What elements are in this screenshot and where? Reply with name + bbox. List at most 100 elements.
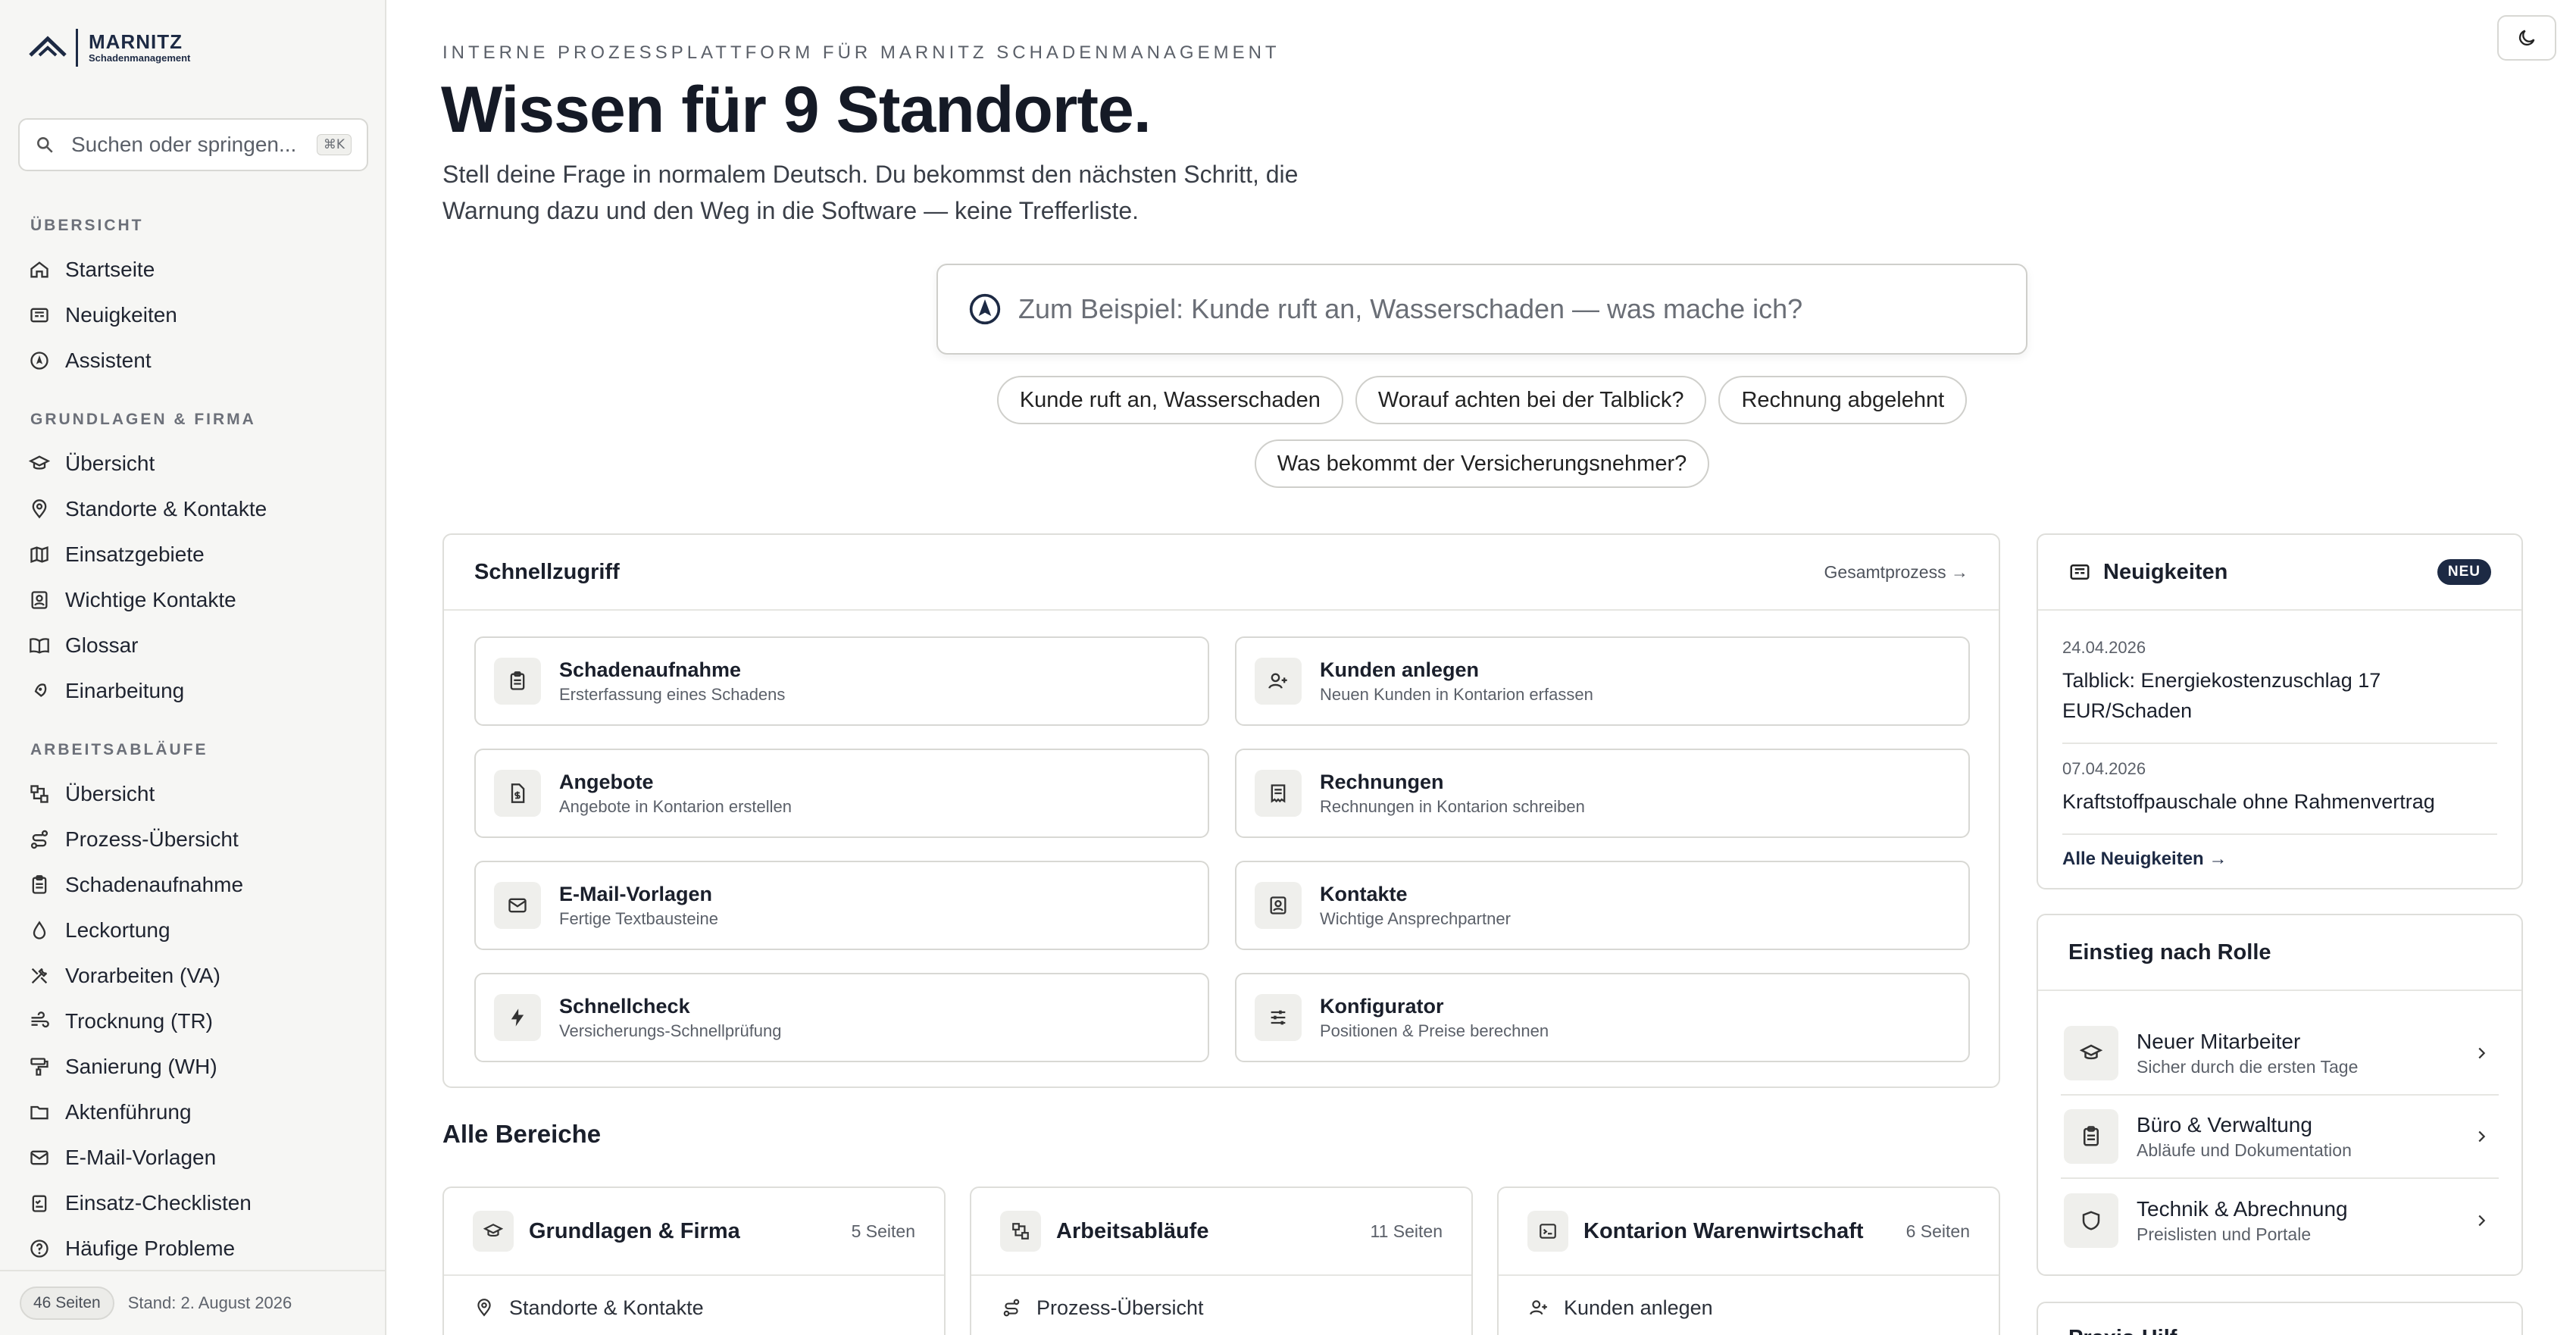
- sidebar-item[interactable]: Wichtige Kontakte: [0, 577, 386, 623]
- sidebar-item[interactable]: Glossar: [0, 623, 386, 668]
- sidebar-item[interactable]: Schadenaufnahme: [0, 862, 386, 908]
- role-entry[interactable]: Büro & Verwaltung Abläufe und Dokumentati…: [2061, 1096, 2499, 1179]
- mail-icon: [508, 898, 527, 913]
- quick-item-title: Schnellcheck: [559, 995, 690, 1018]
- sidebar-item-label: E-Mail-Vorlagen: [65, 1146, 217, 1169]
- area-link[interactable]: Kunden anlegen: [1499, 1285, 1999, 1330]
- quick-item-title: Rechnungen: [1320, 771, 1444, 793]
- brand-name: MARNITZ: [89, 30, 183, 53]
- role-entry[interactable]: Neuer Mitarbeiter Sicher durch die ersten…: [2061, 1012, 2499, 1096]
- sidebar-item-label: Übersicht: [65, 782, 155, 805]
- last-updated: Stand: 2. August 2026: [127, 1293, 292, 1312]
- hero-subtext: Stell deine Frage in normalem Deutsch. D…: [442, 161, 1299, 224]
- quick-access-card: Schnellzugriff Gesamtprozess → Schadenau…: [442, 533, 2000, 1088]
- quick-access-item[interactable]: Kontakte Wichtige Ansprechpartner: [1235, 861, 1970, 950]
- quick-access-item[interactable]: Kunden anlegen Neuen Kunden in Kontarion …: [1235, 636, 1970, 726]
- sidebar-item[interactable]: Prozess-Übersicht: [0, 817, 386, 862]
- suggestion-chip[interactable]: Was bekommt der Versicherungsnehmer?: [1254, 439, 1710, 488]
- theme-toggle-button[interactable]: [2497, 15, 2556, 61]
- quick-item-subtitle: Fertige Textbausteine: [559, 909, 718, 928]
- sidebar-item[interactable]: Assistent: [0, 338, 386, 383]
- area-link[interactable]: Prozess-Übersicht: [971, 1285, 1471, 1330]
- suggestion-chip[interactable]: Worauf achten bei der Talblick?: [1355, 376, 1707, 424]
- quick-access-item[interactable]: Konfigurator Positionen & Preise berechne…: [1235, 973, 1970, 1062]
- terminal-icon: [1540, 1224, 1556, 1239]
- sidebar-item[interactable]: Standorte & Kontakte: [0, 486, 386, 532]
- quick-item-subtitle: Angebote in Kontarion erstellen: [559, 797, 792, 816]
- news-item[interactable]: 07.04.2026 Kraftstoffpauschale ohne Rahm…: [2062, 744, 2497, 835]
- route-icon: [30, 830, 48, 849]
- suggestion-chip[interactable]: Rechnung abgelehnt: [1718, 376, 1968, 424]
- sidebar-item[interactable]: Einarbeitung: [0, 668, 386, 714]
- assistant-question-input[interactable]: Zum Beispiel: Kunde ruft an, Wasserschad…: [936, 264, 2027, 355]
- sidebar-item[interactable]: Übersicht: [0, 771, 386, 817]
- suggestion-chip[interactable]: Kunde ruft an, Wasserschaden: [996, 376, 1343, 424]
- sidebar-item[interactable]: Aktenführung: [0, 1090, 386, 1135]
- sidebar-nav: ÜBERSICHT Startseite Neuigkeiten Assistent G…: [0, 205, 386, 1271]
- marnitz-logo-icon: [29, 36, 67, 57]
- sidebar-item[interactable]: Neuigkeiten: [0, 292, 386, 338]
- sidebar-item-label: Einsatzgebiete: [65, 542, 205, 566]
- nav-section-heading: ARBEITSABLÄUFE: [30, 741, 208, 758]
- user-plus-icon: [1530, 1300, 1547, 1315]
- moon-icon: [2518, 30, 2535, 46]
- area-card[interactable]: Kontarion Warenwirtschaft 6 Seiten Kunden …: [1497, 1186, 2000, 1335]
- search-input[interactable]: Suchen oder springen... ⌘K: [18, 118, 368, 171]
- area-card[interactable]: Grundlagen & Firma 5 Seiten Standorte & Ko…: [442, 1186, 946, 1335]
- news-date: 24.04.2026: [2062, 638, 2146, 657]
- shield-icon: [2082, 1211, 2100, 1230]
- search-icon: [37, 137, 53, 153]
- page-title: Wissen für 9 Standorte.: [441, 73, 1152, 146]
- quick-access-item[interactable]: Schnellcheck Versicherungs-Schnellprüfung: [474, 973, 1209, 1062]
- quick-access-item[interactable]: Schadenaufnahme Ersterfassung eines Schad…: [474, 636, 1209, 726]
- all-news-link[interactable]: Alle Neuigkeiten →: [2062, 835, 2497, 870]
- role-title: Neuer Mitarbeiter: [2137, 1030, 2301, 1053]
- page-count-badge: 46 Seiten: [20, 1287, 114, 1320]
- sidebar-item[interactable]: Einsatzgebiete: [0, 532, 386, 577]
- sidebar-item[interactable]: Startseite: [0, 247, 386, 292]
- assistant-placeholder: Zum Beispiel: Kunde ruft an, Wasserschad…: [1018, 293, 1803, 324]
- role-entry[interactable]: Technik & Abrechnung Preislisten und Port…: [2061, 1179, 2499, 1262]
- quick-access-item[interactable]: Rechnungen Rechnungen in Kontarion schrei…: [1235, 749, 1970, 838]
- quick-access-item[interactable]: Angebote Angebote in Kontarion erstellen: [474, 749, 1209, 838]
- news-item[interactable]: 24.04.2026 Talblick: Energiekostenzuschl…: [2062, 611, 2497, 744]
- sidebar-item[interactable]: Einsatz-Checklisten: [0, 1180, 386, 1226]
- area-link[interactable]: Standorte & Kontakte: [444, 1285, 944, 1330]
- quick-item-title: Konfigurator: [1320, 995, 1444, 1018]
- sidebar-item[interactable]: Trocknung (TR): [0, 999, 386, 1044]
- news-date: 07.04.2026: [2062, 759, 2146, 778]
- practice-help-title: Praxis-Hilf: [2038, 1303, 2521, 1335]
- sidebar-item[interactable]: Leckortung: [0, 908, 386, 953]
- droplet-icon: [33, 921, 46, 940]
- all-areas-title: Alle Bereiche: [442, 1120, 602, 1148]
- checklist-icon: [32, 1195, 47, 1212]
- sidebar-item-label: Assistent: [65, 349, 152, 372]
- sidebar-item[interactable]: Häufige Probleme: [0, 1226, 386, 1271]
- sidebar-item[interactable]: E-Mail-Vorlagen: [0, 1135, 386, 1180]
- area-link-label: Prozess-Übersicht: [1036, 1296, 1204, 1319]
- quick-item-title: E-Mail-Vorlagen: [559, 883, 713, 905]
- quick-access-item[interactable]: E-Mail-Vorlagen Fertige Textbausteine: [474, 861, 1209, 950]
- area-link-label: Kunden anlegen: [1564, 1296, 1713, 1319]
- clipboard-icon: [510, 671, 525, 690]
- sidebar-item[interactable]: Vorarbeiten (VA): [0, 953, 386, 999]
- sidebar-item[interactable]: Sanierung (WH): [0, 1044, 386, 1090]
- sidebar-item[interactable]: Übersicht: [0, 441, 386, 486]
- mail-icon: [30, 1150, 48, 1165]
- search-shortcut: ⌘K: [316, 134, 352, 155]
- overall-process-link[interactable]: Gesamtprozess →: [1824, 562, 1968, 583]
- area-card[interactable]: Arbeitsabläufe 11 Seiten Prozess-Übersicht: [970, 1186, 1473, 1335]
- role-title: Technik & Abrechnung: [2137, 1197, 2348, 1221]
- area-title: Kontarion Warenwirtschaft: [1583, 1218, 1864, 1243]
- area-title: Grundlagen & Firma: [529, 1218, 740, 1243]
- search-placeholder: Suchen oder springen...: [71, 133, 297, 156]
- brand-logo[interactable]: MARNITZ Schadenmanagement: [27, 27, 190, 68]
- clipboard-icon: [32, 875, 47, 894]
- workflow-icon: [1012, 1223, 1029, 1240]
- graduation-cap-icon: [29, 455, 50, 470]
- sidebar-item-label: Aktenführung: [65, 1100, 192, 1124]
- sidebar-item-label: Häufige Probleme: [65, 1237, 236, 1260]
- compass-icon: [30, 352, 48, 370]
- quick-item-subtitle: Rechnungen in Kontarion schreiben: [1320, 797, 1585, 816]
- tools-icon: [31, 968, 48, 984]
